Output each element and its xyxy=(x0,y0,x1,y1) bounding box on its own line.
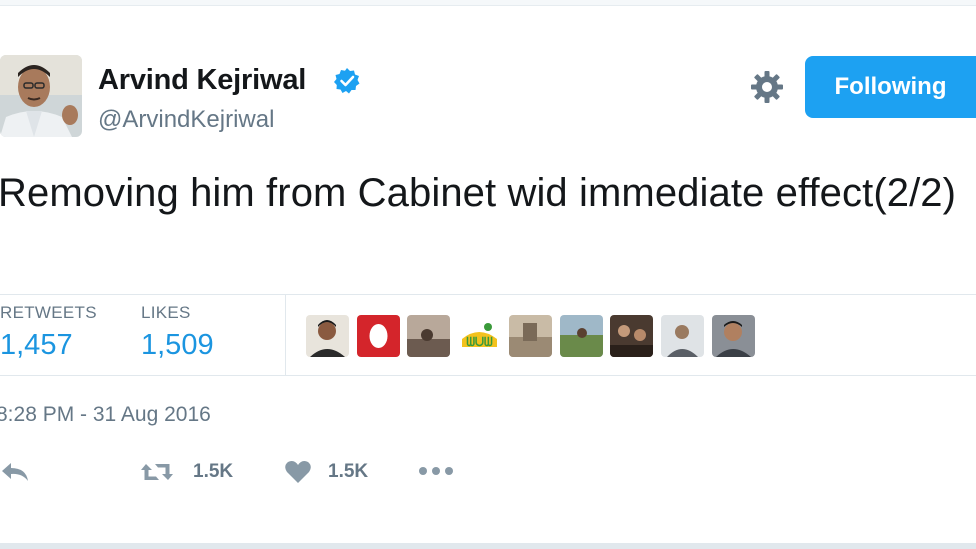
heart-icon[interactable] xyxy=(284,460,312,484)
liker-avatar-5[interactable] xyxy=(509,315,552,357)
likes-value: 1,509 xyxy=(141,329,214,361)
retweets-value: 1,457 xyxy=(0,329,73,361)
svg-text:ᗯᑌᗯ: ᗯᑌᗯ xyxy=(466,335,493,349)
top-divider xyxy=(0,0,976,6)
bottom-divider xyxy=(0,543,976,549)
avatar-image xyxy=(0,55,82,137)
author-name[interactable]: Arvind Kejriwal xyxy=(98,64,306,97)
author-avatar[interactable] xyxy=(0,55,82,137)
likes-stat[interactable]: LIKES 1,509 xyxy=(141,303,214,362)
liker-avatar-3[interactable] xyxy=(407,315,450,357)
tweet-timestamp[interactable]: 8:28 PM - 31 Aug 2016 xyxy=(0,403,211,427)
retweet-icon[interactable] xyxy=(140,460,174,484)
author-handle[interactable]: @ArvindKejriwal xyxy=(98,106,274,134)
more-icon[interactable] xyxy=(418,466,454,476)
liker-avatar-4[interactable]: ᗯᑌᗯ xyxy=(458,315,501,357)
liker-avatar-9[interactable] xyxy=(712,315,755,357)
liker-avatar-8[interactable] xyxy=(661,315,704,357)
retweets-label: RETWEETS xyxy=(0,303,97,322)
gear-icon[interactable] xyxy=(749,69,785,105)
tweet-text: Removing him from Cabinet wid immediate … xyxy=(0,171,957,215)
liker-avatar-2[interactable] xyxy=(357,315,400,357)
tweet-actions: 1.5K 1.5K xyxy=(0,452,600,492)
like-count: 1.5K xyxy=(328,461,369,482)
reply-icon[interactable] xyxy=(0,460,30,484)
liker-avatar-7[interactable] xyxy=(610,315,653,357)
likes-label: LIKES xyxy=(141,303,191,322)
following-button[interactable]: Following xyxy=(805,56,976,118)
stats-divider xyxy=(285,295,286,375)
liker-avatar-6[interactable] xyxy=(560,315,603,357)
retweet-count: 1.5K xyxy=(193,461,234,482)
liker-avatar-1[interactable] xyxy=(306,315,349,357)
engagement-stats: RETWEETS 1,457 LIKES 1,509 ᗯᑌᗯ xyxy=(0,294,976,376)
verified-badge-icon xyxy=(334,68,360,94)
retweets-stat[interactable]: RETWEETS 1,457 xyxy=(0,303,97,362)
